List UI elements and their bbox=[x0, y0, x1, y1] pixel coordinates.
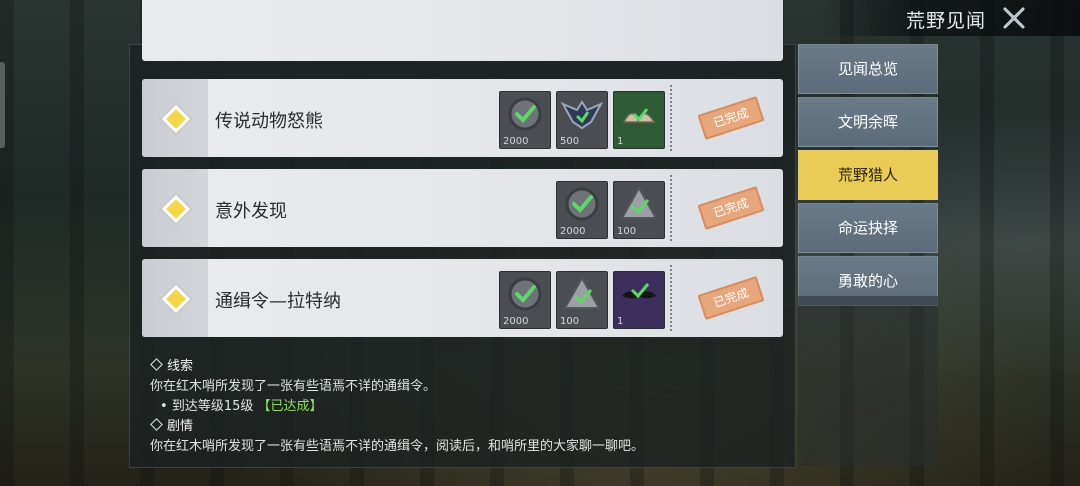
quest-card[interactable]: 传说动物怒熊 2000 500 1 已完成 bbox=[142, 79, 783, 157]
requirement-text: 到达等级15级 bbox=[171, 399, 254, 414]
tab-column-background bbox=[798, 296, 938, 466]
reward-slot[interactable]: 2000 bbox=[499, 91, 551, 149]
check-coin-icon bbox=[565, 187, 599, 221]
diamond-bullet-icon bbox=[150, 418, 163, 431]
reward-amount: 100 bbox=[560, 316, 580, 327]
reward-slot[interactable]: 1 bbox=[613, 91, 665, 149]
reward-amount: 2000 bbox=[503, 136, 529, 147]
quest-name: 意外发现 bbox=[215, 201, 287, 222]
tab-overview[interactable]: 见闻总览 bbox=[798, 44, 938, 94]
reward-slot[interactable]: 100 bbox=[556, 271, 608, 329]
reward-amount: 2000 bbox=[503, 316, 529, 327]
check-coin-icon bbox=[508, 277, 542, 311]
tab-fate[interactable]: 命运抉择 bbox=[798, 203, 938, 253]
story-title: 剧情 bbox=[167, 419, 194, 434]
quest-card[interactable]: 通缉令—拉特纳 2000 100 1 已完成 bbox=[142, 259, 783, 337]
quest-name: 通缉令—拉特纳 bbox=[215, 291, 341, 312]
quest-card[interactable]: 意外发现 2000 100 已完成 bbox=[142, 169, 783, 247]
bird-emblem-icon bbox=[560, 100, 604, 130]
clue-title: 线索 bbox=[167, 359, 194, 374]
card-divider bbox=[670, 85, 672, 151]
card-divider bbox=[670, 175, 672, 241]
story-header: 剧情 bbox=[150, 417, 770, 437]
mustache-icon bbox=[622, 283, 656, 299]
page-title: 荒野见闻 bbox=[905, 10, 986, 32]
reward-slot[interactable]: 1 bbox=[613, 271, 665, 329]
quest-name: 传说动物怒熊 bbox=[215, 111, 323, 132]
reward-amount: 100 bbox=[617, 226, 637, 237]
reward-slot[interactable]: 2000 bbox=[556, 181, 608, 239]
check-coin-icon bbox=[508, 97, 542, 131]
quest-panel: 传说动物怒熊 2000 500 1 已完成 意外发现 2000 100 已完成 … bbox=[129, 0, 796, 468]
clue-requirement: • 到达等级15级 【已达成】 bbox=[160, 399, 323, 414]
story-text: 你在红木哨所发现了一张有些语焉不详的通缉令，阅读后，和哨所里的大家聊一聊吧。 bbox=[150, 439, 645, 454]
green-item-icon bbox=[622, 108, 656, 123]
reward-slot[interactable]: 100 bbox=[613, 181, 665, 239]
tab-civilization[interactable]: 文明余晖 bbox=[798, 97, 938, 147]
clue-text: 你在红木哨所发现了一张有些语焉不详的通缉令。 bbox=[150, 379, 437, 394]
card-divider bbox=[670, 265, 672, 331]
completed-stamp: 已完成 bbox=[697, 186, 765, 230]
tab-wild-hunter[interactable]: 荒野猎人 bbox=[798, 150, 938, 200]
reward-amount: 2000 bbox=[560, 226, 586, 237]
triangle-xp-icon bbox=[620, 185, 658, 219]
triangle-xp-icon bbox=[563, 275, 601, 309]
diamond-bullet-icon bbox=[150, 358, 163, 371]
reward-slot[interactable]: 500 bbox=[556, 91, 608, 149]
left-edge-handle[interactable] bbox=[0, 62, 5, 148]
header-bar: 荒野见闻 bbox=[820, 0, 1080, 36]
quest-card-partial[interactable] bbox=[142, 0, 783, 61]
close-icon[interactable] bbox=[1002, 6, 1026, 30]
completed-stamp: 已完成 bbox=[697, 96, 765, 140]
requirement-status: 【已达成】 bbox=[257, 399, 323, 414]
clue-header: 线索 bbox=[150, 357, 770, 377]
reward-amount: 1 bbox=[617, 136, 624, 147]
reward-amount: 500 bbox=[560, 136, 580, 147]
category-tabs: 见闻总览 文明余晖 荒野猎人 命运抉择 勇敢的心 bbox=[798, 44, 938, 309]
reward-slot[interactable]: 2000 bbox=[499, 271, 551, 329]
quest-details: 线索 你在红木哨所发现了一张有些语焉不详的通缉令。 • 到达等级15级 【已达成… bbox=[150, 357, 770, 457]
completed-stamp: 已完成 bbox=[697, 276, 765, 320]
reward-amount: 1 bbox=[617, 316, 624, 327]
